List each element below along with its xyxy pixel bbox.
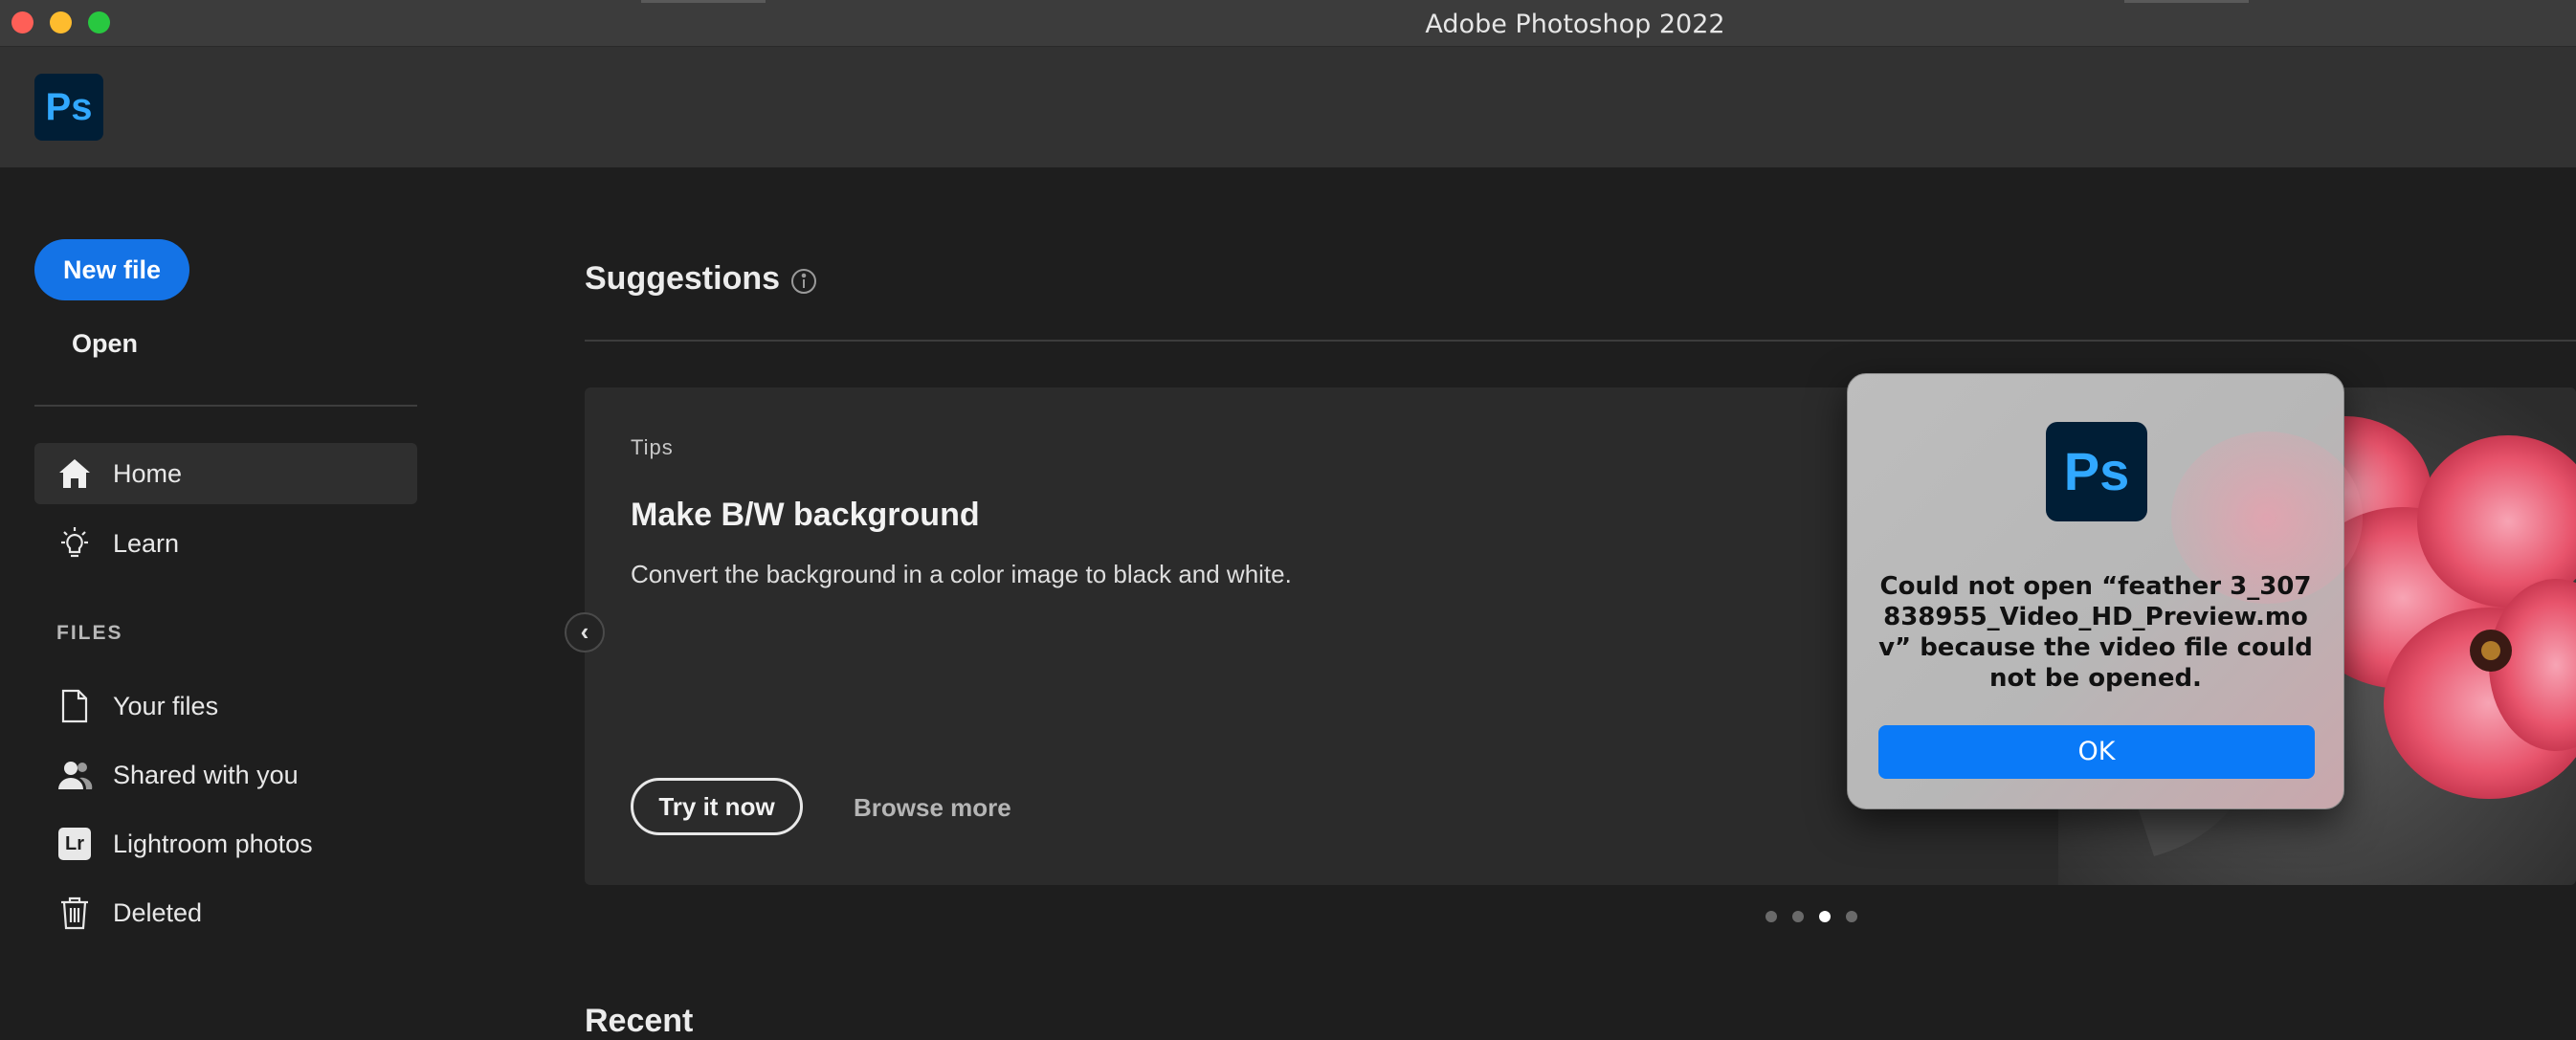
info-icon[interactable]	[790, 268, 817, 295]
card-description: Convert the background in a color image …	[631, 560, 1292, 588]
carousel-dot[interactable]	[1792, 911, 1804, 922]
carousel-dot-active[interactable]	[1819, 911, 1831, 922]
carousel-dot[interactable]	[1765, 911, 1777, 922]
dialog-message: Could not open “feather 3_307838955_Vide…	[1878, 572, 2313, 693]
suggestions-divider	[585, 340, 2576, 342]
new-file-button[interactable]: New file	[34, 239, 189, 300]
sidebar-item-shared-with-you[interactable]: Shared with you	[34, 744, 417, 806]
previous-suggestion-button[interactable]: ‹	[565, 612, 605, 653]
sidebar-item-learn[interactable]: Learn	[34, 513, 417, 574]
photoshop-app-icon: Ps	[2046, 422, 2147, 521]
home-icon	[56, 454, 94, 493]
lightbulb-icon	[56, 524, 94, 563]
sidebar-item-label: Shared with you	[113, 760, 299, 789]
title-bar: Adobe Photoshop 2022	[0, 0, 2576, 47]
window-title: Adobe Photoshop 2022	[1425, 10, 1725, 39]
trash-icon	[56, 894, 94, 932]
shared-users-icon	[56, 756, 94, 794]
lightroom-icon: Lr	[56, 825, 94, 863]
try-it-now-button[interactable]: Try it now	[631, 778, 803, 835]
card-tag: Tips	[631, 435, 674, 459]
suggestions-title: Suggestions	[585, 260, 781, 297]
sidebar-item-label: Deleted	[113, 897, 203, 927]
sidebar-item-label: Your files	[113, 691, 219, 720]
document-icon	[56, 687, 94, 725]
sidebar-item-label: Learn	[113, 528, 180, 558]
carousel-dots	[1765, 911, 1857, 922]
carousel-dot[interactable]	[1846, 911, 1857, 922]
card-title: Make B/W background	[631, 497, 980, 533]
lightroom-icon-text: Lr	[58, 828, 91, 860]
sidebar-item-home[interactable]: Home	[34, 443, 417, 504]
app-header: Ps	[0, 47, 2576, 167]
error-dialog: Ps Could not open “feather 3_307838955_V…	[1847, 373, 2363, 809]
photoshop-logo[interactable]: Ps	[34, 74, 103, 141]
browse-more-link[interactable]: Browse more	[854, 793, 1011, 823]
recent-title: Recent	[585, 1003, 694, 1039]
files-heading: FILES	[56, 622, 123, 644]
sidebar-item-your-files[interactable]: Your files	[34, 675, 417, 737]
sidebar-item-label: Home	[113, 458, 183, 488]
sidebar-item-label: Lightroom photos	[113, 829, 313, 858]
sidebar-item-lightroom-photos[interactable]: Lr Lightroom photos	[34, 813, 417, 874]
ok-button[interactable]: OK	[1878, 725, 2315, 779]
open-button[interactable]: Open	[72, 329, 138, 359]
sidebar-item-deleted[interactable]: Deleted	[34, 882, 417, 943]
sidebar-divider	[34, 405, 417, 407]
